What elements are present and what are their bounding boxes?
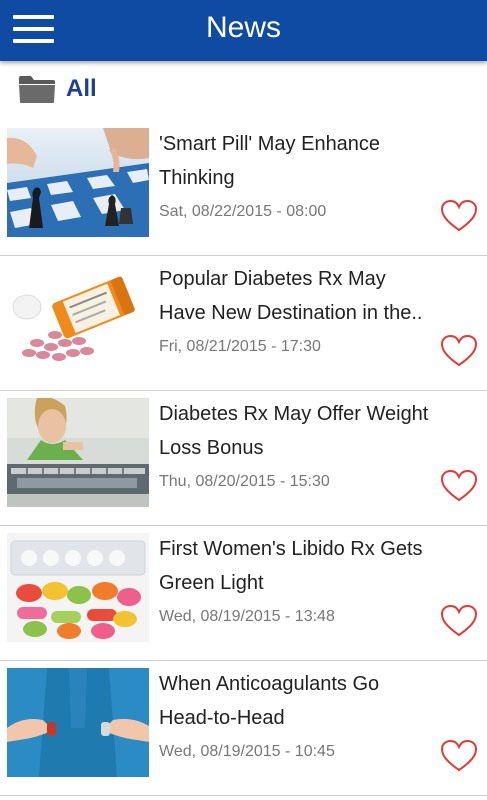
menu-bar-line <box>13 15 54 19</box>
news-headline: Diabetes Rx May Offer Weight Loss Bonus <box>159 403 429 459</box>
news-date: Wed, 08/19/2015 - 13:48 <box>159 608 335 625</box>
heart-outline-icon[interactable] <box>440 604 478 638</box>
news-list-item[interactable]: Popular Diabetes Rx May Have New Destina… <box>0 256 487 391</box>
category-selector[interactable]: All <box>0 61 487 121</box>
news-list: 'Smart Pill' May Enhance Thinking Sat, 0… <box>0 121 487 796</box>
news-headline: First Women's Libido Rx Gets Green Light <box>159 538 423 594</box>
category-label: All <box>66 75 97 102</box>
news-headline: 'Smart Pill' May Enhance Thinking <box>159 133 381 189</box>
heart-outline-icon[interactable] <box>440 334 478 368</box>
news-date: Thu, 08/20/2015 - 15:30 <box>159 473 330 490</box>
news-list-item[interactable]: First Women's Libido Rx Gets Green Light… <box>0 526 487 661</box>
news-list-item[interactable]: 'Smart Pill' May Enhance Thinking Sat, 0… <box>0 121 487 256</box>
news-headline: When Anticoagulants Go Head-to-Head <box>159 673 380 729</box>
news-date: Wed, 08/19/2015 - 10:45 <box>159 743 335 760</box>
menu-bar-line <box>13 27 54 31</box>
news-list-item[interactable]: When Anticoagulants Go Head-to-Head Wed,… <box>0 661 487 796</box>
folder-icon <box>18 74 56 104</box>
woman-on-scale-image <box>7 398 149 507</box>
hamburger-menu-icon[interactable] <box>10 10 56 48</box>
colorful-pills-image <box>7 533 149 642</box>
news-date: Fri, 08/21/2015 - 17:30 <box>159 338 321 355</box>
pill-bottle-image <box>7 263 149 372</box>
page-title: News <box>205 11 281 44</box>
news-list-item[interactable]: Diabetes Rx May Offer Weight Loss Bonus … <box>0 391 487 526</box>
news-headline: Popular Diabetes Rx May Have New Destina… <box>159 268 423 324</box>
chess-hands-image <box>7 128 149 237</box>
heart-outline-icon[interactable] <box>440 739 478 773</box>
app-bar: News <box>0 0 487 61</box>
hands-holding-pills-image <box>7 668 149 777</box>
news-date: Sat, 08/22/2015 - 08:00 <box>159 203 327 220</box>
heart-outline-icon[interactable] <box>440 469 478 503</box>
heart-outline-icon[interactable] <box>440 199 478 233</box>
menu-bar-line <box>13 39 54 43</box>
